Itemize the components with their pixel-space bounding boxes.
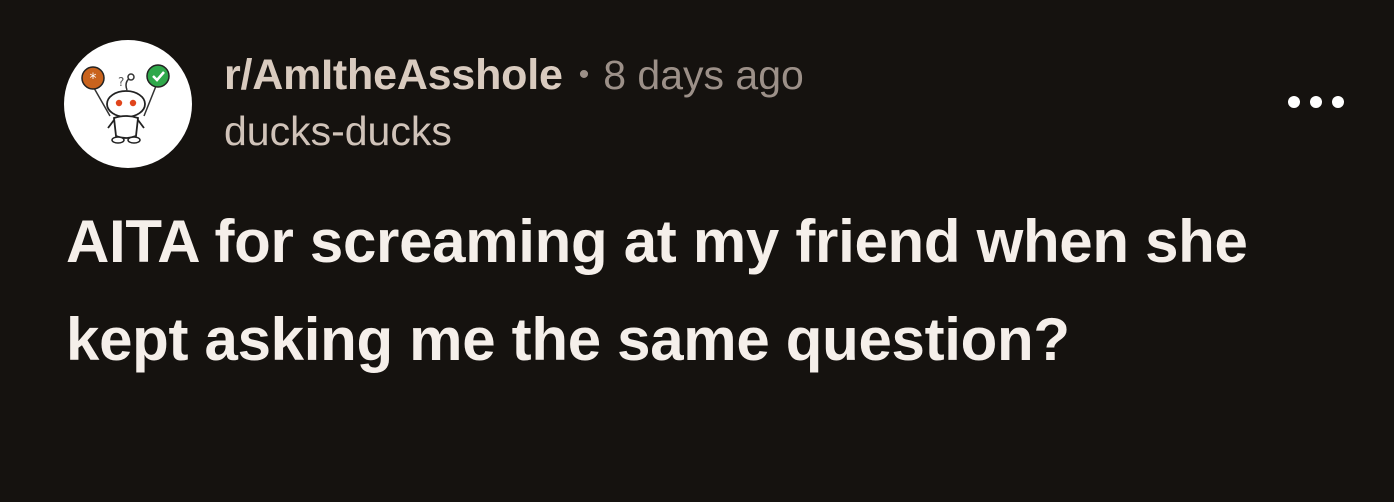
subreddit-avatar[interactable]: * ? [64, 40, 192, 168]
post-header: * ? r/AmItheAsshole • 8 days ago ducks-d… [64, 40, 1344, 170]
reddit-snoo-icon: * ? [81, 64, 170, 144]
more-options-button[interactable] [1288, 90, 1344, 114]
meta-separator: • [578, 58, 590, 91]
more-options-icon-dot [1332, 96, 1344, 108]
more-options-icon-dot [1310, 96, 1322, 108]
post-timestamp: 8 days ago [603, 51, 804, 98]
post-meta-line: r/AmItheAsshole • 8 days ago [224, 50, 804, 100]
subreddit-link[interactable]: r/AmItheAsshole [224, 51, 563, 100]
post-meta: r/AmItheAsshole • 8 days ago ducks-ducks [224, 50, 804, 155]
more-options-icon [1288, 96, 1300, 108]
author-link[interactable]: ducks-ducks [224, 108, 804, 155]
svg-text:?: ? [118, 75, 124, 89]
post-title[interactable]: AITA for screaming at my friend when she… [66, 193, 1366, 389]
svg-text:*: * [90, 71, 97, 87]
